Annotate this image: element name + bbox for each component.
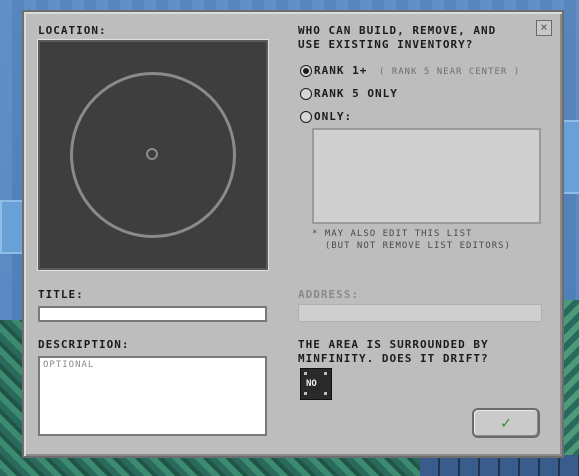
location-label: LOCATION: [38,24,107,37]
game-background-wall [420,455,579,476]
drift-toggle-button[interactable]: NO [300,368,332,400]
option-only-list[interactable]: ONLY: [300,110,380,126]
title-label: TITLE: [38,288,84,301]
drift-value: NO [306,379,317,389]
radio-button[interactable] [300,111,312,123]
description-textarea[interactable]: OPTIONAL [38,356,267,436]
confirm-button[interactable]: ✓ [472,408,540,438]
radio-button-selected[interactable] [300,65,312,77]
dice-dot [304,392,307,395]
location-map[interactable] [38,40,268,270]
background-block [0,200,26,254]
dice-dot [324,392,327,395]
option-rank-1-plus-note: ( RANK 5 NEAR CENTER ) [378,67,521,77]
editors-note: * MAY ALSO EDIT THIS LIST (BUT NOT REMOV… [312,229,511,251]
drift-question: THE AREA IS SURROUNDED BY MINFINITY. DOE… [298,338,489,365]
area-center-marker [146,148,158,160]
dice-dot [324,372,327,375]
address-field [298,304,542,322]
option-only-list-label: ONLY: [314,110,353,123]
close-icon[interactable]: × [536,20,552,36]
dice-dot [304,372,307,375]
area-settings-dialog: × LOCATION: WHO CAN BUILD, REMOVE, AND U… [24,12,562,456]
option-rank-1-plus[interactable]: RANK 1+ ( RANK 5 NEAR CENTER ) [300,64,540,80]
radio-button[interactable] [300,88,312,100]
title-input[interactable] [38,306,267,322]
option-rank-5-only-label: RANK 5 ONLY [314,87,398,100]
description-label: DESCRIPTION: [38,338,130,351]
allowed-players-list[interactable] [312,128,541,224]
address-label: ADDRESS: [298,288,359,301]
permissions-title: WHO CAN BUILD, REMOVE, AND USE EXISTING … [298,24,497,51]
checkmark-icon: ✓ [501,413,511,432]
option-rank-1-plus-label: RANK 1+ [314,64,368,77]
option-rank-5-only[interactable]: RANK 5 ONLY [300,87,440,103]
